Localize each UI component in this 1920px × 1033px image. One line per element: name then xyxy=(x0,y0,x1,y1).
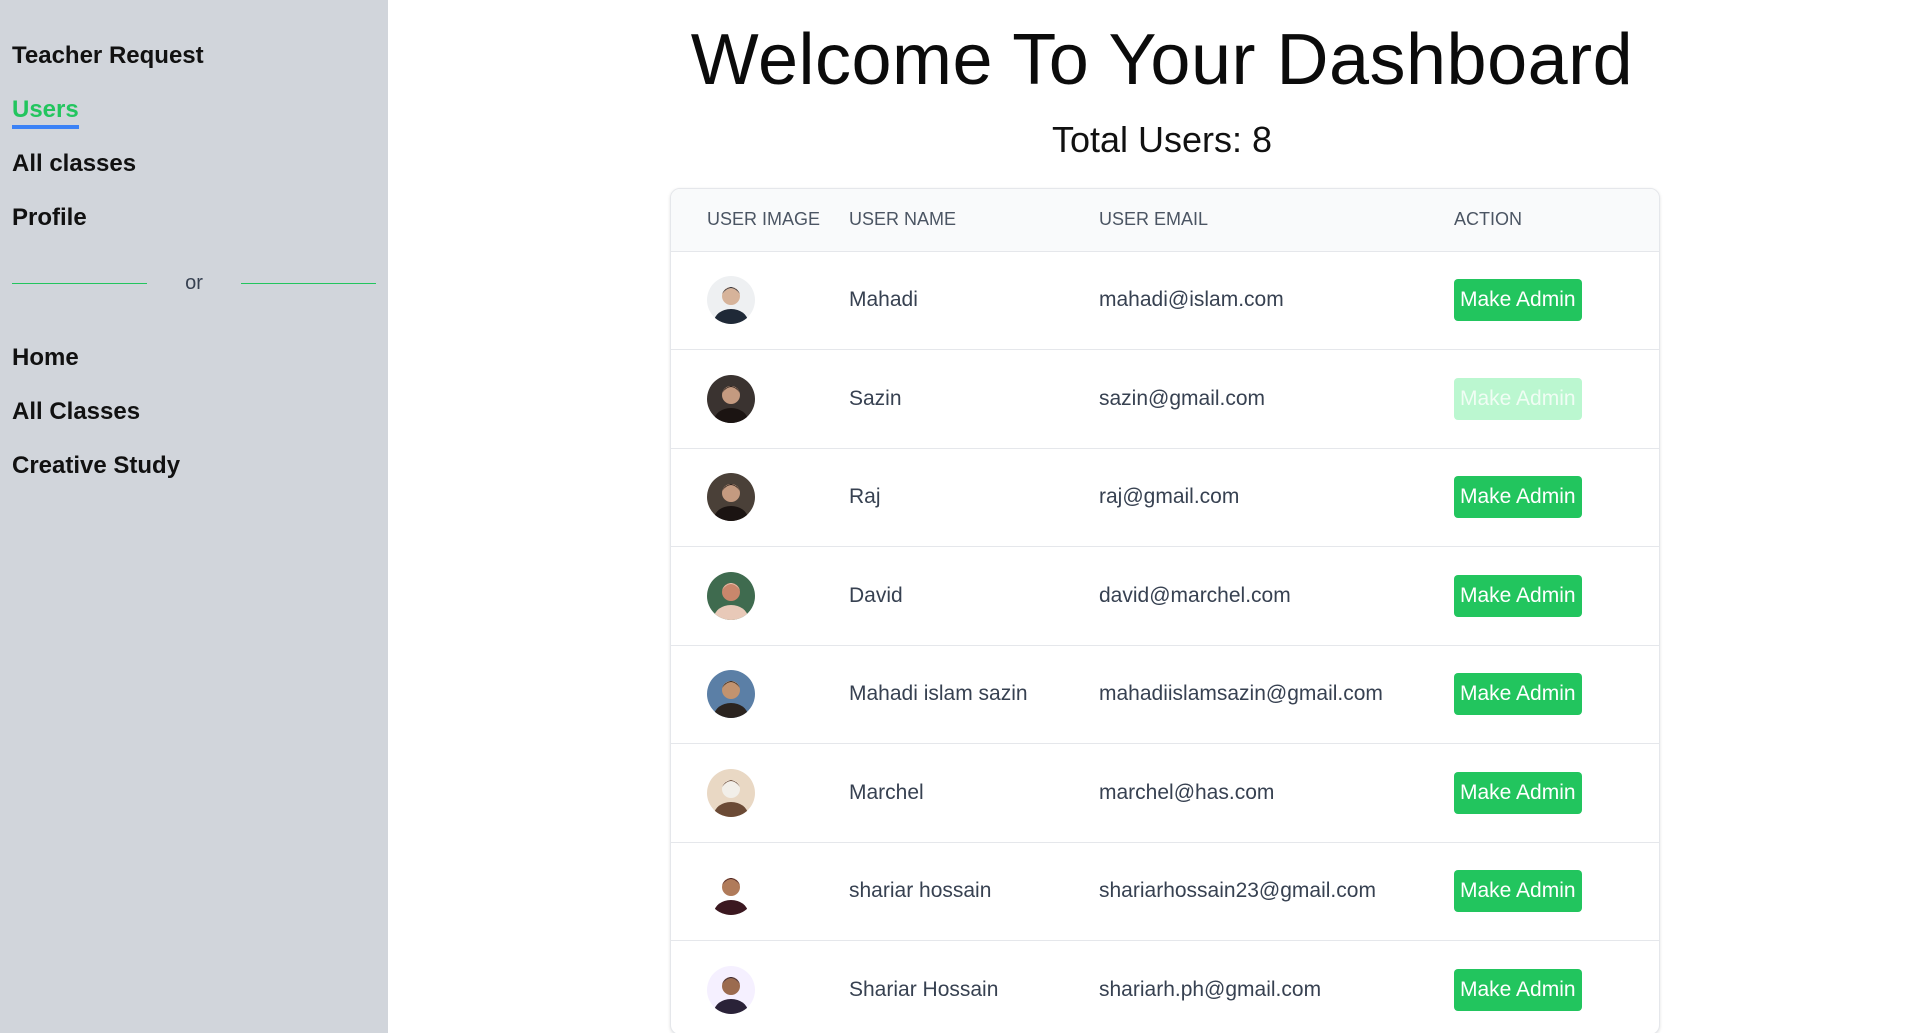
make-admin-button[interactable]: Make Admin xyxy=(1454,279,1582,322)
user-name-cell: Marchel xyxy=(849,780,924,804)
action-cell: Make Admin xyxy=(1454,645,1659,744)
make-admin-button[interactable]: Make Admin xyxy=(1454,771,1582,814)
user-email-cell: sazin@gmail.com xyxy=(1099,386,1266,410)
sidebar-item-home[interactable]: Home xyxy=(12,342,388,396)
avatar xyxy=(707,276,755,325)
user-email-cell: raj@gmail.com xyxy=(1099,485,1240,509)
user-name-cell: David xyxy=(849,583,903,607)
table-row: Raj raj@gmail.com Make Admin xyxy=(671,448,1659,547)
user-name-cell: shariar hossain xyxy=(849,879,992,903)
user-email-cell: mahadiislamsazin@gmail.com xyxy=(1099,682,1383,706)
users-table: USER IMAGE USER NAME USER EMAIL ACTION M… xyxy=(671,189,1659,1033)
user-name-cell: Mahadi xyxy=(849,288,918,312)
avatar xyxy=(707,966,755,1014)
action-cell: Make Admin xyxy=(1454,251,1659,350)
sidebar-item-label: All Classes xyxy=(12,398,141,425)
make-admin-button[interactable]: Make Admin xyxy=(1454,870,1582,913)
table-row: Mahadi mahadi@islam.com Make Admin xyxy=(671,251,1659,350)
user-image-cell xyxy=(671,547,849,646)
avatar xyxy=(707,571,755,620)
table-row: Marchel marchel@has.com Make Admin xyxy=(671,744,1659,843)
avatar-photo-icon xyxy=(707,473,755,522)
user-name-cell: Raj xyxy=(849,485,881,509)
sidebar-nav-top: Teacher Request Users All classes Profil… xyxy=(12,40,388,256)
user-email-cell: shariarh.ph@gmail.com xyxy=(1099,978,1322,1001)
column-header-action: ACTION xyxy=(1454,189,1659,252)
avatar xyxy=(707,768,755,817)
column-header-user-email: USER EMAIL xyxy=(1099,189,1454,252)
column-header-user-name: USER NAME xyxy=(849,189,1099,252)
make-admin-button[interactable]: Make Admin xyxy=(1454,377,1582,420)
avatar-photo-icon xyxy=(707,768,755,817)
divider-line-left xyxy=(12,282,147,284)
sidebar-item-label: Teacher Request xyxy=(12,42,204,69)
user-image-cell xyxy=(671,744,849,843)
user-name-cell: Sazin xyxy=(849,386,902,410)
action-cell: Make Admin xyxy=(1454,941,1659,1033)
avatar xyxy=(707,473,755,522)
avatar-photo-icon xyxy=(707,867,755,916)
avatar xyxy=(707,374,755,423)
user-name-cell: Mahadi islam sazin xyxy=(849,682,1028,706)
user-image-cell xyxy=(671,645,849,744)
action-cell: Make Admin xyxy=(1454,448,1659,547)
sidebar-item-label: All classes xyxy=(12,150,137,177)
total-users-count: Total Users: 8 xyxy=(1051,119,1273,160)
user-email-cell: shariarhossain23@gmail.com xyxy=(1099,879,1376,903)
sidebar-nav-bottom: Home All Classes Creative Study xyxy=(12,342,388,504)
sidebar-item-label: Profile xyxy=(12,204,87,231)
user-image-cell xyxy=(671,941,849,1033)
page-title: Welcome To Your Dashboard xyxy=(690,20,1634,100)
sidebar-item-profile[interactable]: Profile xyxy=(12,202,388,256)
user-email-cell: mahadi@islam.com xyxy=(1099,288,1284,312)
avatar-photo-icon xyxy=(707,374,755,423)
user-image-cell xyxy=(671,251,849,350)
sidebar-item-label: Users xyxy=(12,96,79,129)
table-body: Mahadi mahadi@islam.com Make Admin Sazin saz… xyxy=(671,251,1659,1033)
table-header-row: USER IMAGE USER NAME USER EMAIL ACTION xyxy=(671,189,1659,252)
table-row: shariar hossain shariarhossain23@gmail.co… xyxy=(671,842,1659,941)
divider-line-right xyxy=(241,282,376,284)
table-row: David david@marchel.com Make Admin xyxy=(671,547,1659,646)
sidebar-item-users[interactable]: Users xyxy=(12,94,388,148)
table-row: Shariar Hossain shariarh.ph@gmail.com Make… xyxy=(671,941,1659,1033)
column-header-user-image: USER IMAGE xyxy=(671,189,849,252)
user-image-cell xyxy=(671,842,849,941)
action-cell: Make Admin xyxy=(1454,547,1659,646)
sidebar-item-teacher-request[interactable]: Teacher Request xyxy=(12,40,388,94)
make-admin-button[interactable]: Make Admin xyxy=(1454,969,1582,1011)
sidebar-item-label: Home xyxy=(12,344,79,371)
sidebar-item-all-classes[interactable]: All classes xyxy=(12,148,388,202)
make-admin-button[interactable]: Make Admin xyxy=(1454,476,1582,519)
action-cell: Make Admin xyxy=(1454,350,1659,449)
sidebar-item-all-classes-public[interactable]: All Classes xyxy=(12,396,388,450)
divider-text: or xyxy=(185,271,203,294)
avatar xyxy=(707,867,755,916)
make-admin-button[interactable]: Make Admin xyxy=(1454,673,1582,716)
user-email-cell: marchel@has.com xyxy=(1099,780,1275,804)
sidebar-item-label: Creative Study xyxy=(12,452,181,479)
avatar-photo-icon xyxy=(707,966,755,1014)
sidebar: Teacher Request Users All classes Profil… xyxy=(0,0,388,1033)
table-row: Mahadi islam sazin mahadiislamsazin@gmail… xyxy=(671,645,1659,744)
main-content: Welcome To Your Dashboard Total Users: 8… xyxy=(388,0,1920,1033)
avatar-photo-icon xyxy=(707,670,755,719)
sidebar-divider: or xyxy=(12,266,376,300)
user-image-cell xyxy=(671,350,849,449)
avatar xyxy=(707,670,755,719)
user-email-cell: david@marchel.com xyxy=(1099,583,1291,607)
avatar-photo-icon xyxy=(707,276,755,325)
users-table-container: USER IMAGE USER NAME USER EMAIL ACTION M… xyxy=(670,188,1660,1033)
action-cell: Make Admin xyxy=(1454,744,1659,843)
table-header: USER IMAGE USER NAME USER EMAIL ACTION xyxy=(671,189,1659,252)
table-row: Sazin sazin@gmail.com Make Admin xyxy=(671,350,1659,449)
user-image-cell xyxy=(671,448,849,547)
make-admin-button[interactable]: Make Admin xyxy=(1454,574,1582,617)
sidebar-item-creative-study[interactable]: Creative Study xyxy=(12,450,388,504)
avatar-photo-icon xyxy=(707,571,755,620)
action-cell: Make Admin xyxy=(1454,842,1659,941)
user-name-cell: Shariar Hossain xyxy=(849,978,999,1001)
